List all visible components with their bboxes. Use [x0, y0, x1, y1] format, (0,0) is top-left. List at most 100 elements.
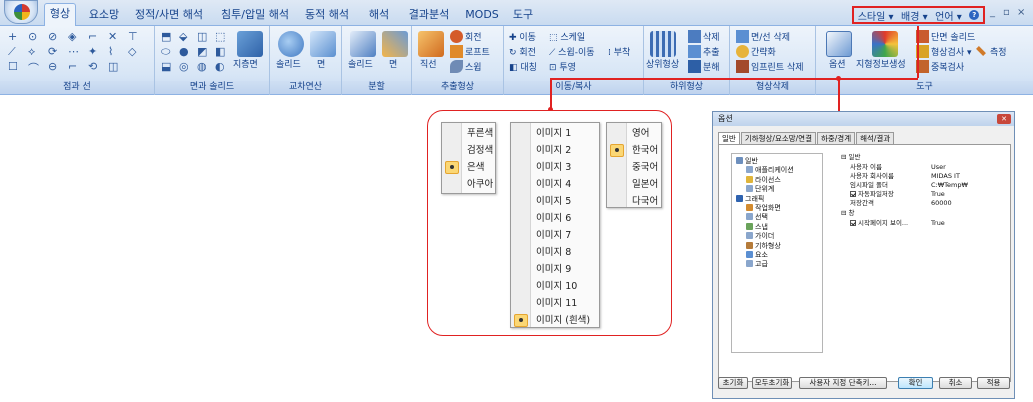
point-line-tool-icon[interactable]: ✕: [108, 30, 117, 43]
tab-seepage[interactable]: 침투/압밀 해석: [216, 6, 294, 26]
options-label[interactable]: 옵션: [829, 57, 846, 70]
scale-button[interactable]: ⬚ 스케일: [549, 30, 585, 43]
menu-item[interactable]: 이미지 11: [511, 295, 601, 312]
dialog-tab-general[interactable]: 일반: [718, 132, 740, 144]
surface-solid-tool-icon[interactable]: ⬓: [161, 60, 171, 73]
menu-item[interactable]: 이미지 9: [511, 261, 601, 278]
surface-solid-tool-icon[interactable]: ⬚: [215, 30, 225, 43]
startup-checkbox[interactable]: [850, 220, 856, 226]
point-line-tool-icon[interactable]: ⊖: [48, 60, 57, 73]
sweep-icon[interactable]: [450, 60, 463, 73]
surface-solid-tool-icon[interactable]: ◎: [179, 60, 189, 73]
tree-item[interactable]: 선택: [746, 213, 768, 222]
revolve-icon[interactable]: [450, 30, 463, 43]
autosave-checkbox[interactable]: [850, 191, 856, 197]
menu-item[interactable]: 이미지 2: [511, 142, 601, 159]
menu-item[interactable]: 이미지 3: [511, 159, 601, 176]
menu-item[interactable]: 이미지 1: [511, 125, 601, 142]
point-line-tool-icon[interactable]: ⌇: [108, 45, 113, 58]
tree-item[interactable]: 라이선스: [746, 175, 781, 185]
point-line-tool-icon[interactable]: ⊙: [28, 30, 37, 43]
measure-label[interactable]: 측정: [990, 45, 1007, 58]
project-button[interactable]: ⊡ 투영: [549, 60, 576, 73]
dialog-close-icon[interactable]: ✕: [997, 114, 1011, 124]
help-icon[interactable]: ?: [969, 10, 980, 20]
attach-button[interactable]: ⁞ 부착: [608, 45, 630, 58]
tab-results[interactable]: 결과분석: [402, 6, 456, 26]
face-boolean-icon[interactable]: [310, 31, 336, 57]
close-button[interactable]: ×: [1017, 7, 1025, 18]
menu-item[interactable]: 이미지 7: [511, 227, 601, 244]
point-line-tool-icon[interactable]: ⌐: [88, 30, 97, 43]
surface-solid-tool-icon[interactable]: ◩: [197, 45, 207, 58]
surface-solid-tool-icon[interactable]: ⬭: [161, 45, 170, 59]
divide-face-icon[interactable]: [382, 31, 408, 57]
style-menu-button[interactable]: 스타일 ▾: [858, 8, 894, 23]
point-line-tool-icon[interactable]: ⊘: [48, 30, 57, 43]
overlap-check-label[interactable]: 중복검사: [931, 60, 964, 73]
mirror-button[interactable]: ◧ 대칭: [509, 60, 537, 73]
tab-analysis[interactable]: 해석: [362, 6, 396, 26]
point-line-tool-icon[interactable]: ⟲: [88, 60, 97, 73]
dialog-tab-load[interactable]: 하중/경계: [816, 132, 856, 144]
menu-item[interactable]: 이미지 10: [511, 278, 601, 295]
point-line-tool-icon[interactable]: ⟡: [28, 45, 35, 59]
rotate-button[interactable]: ↻ 회전: [509, 45, 536, 58]
section-solid-label[interactable]: 단면 솔리드: [931, 30, 975, 43]
shape-check-label[interactable]: 형상검사 ▾: [931, 45, 972, 58]
move-button[interactable]: ✚ 이동: [509, 30, 536, 43]
imprint-delete-icon[interactable]: [736, 60, 749, 73]
loft-label[interactable]: 로프트: [465, 45, 490, 58]
terrain-icon[interactable]: [872, 31, 898, 57]
tree-item[interactable]: 고급: [746, 260, 768, 269]
surface-solid-tool-icon[interactable]: ◍: [197, 60, 207, 73]
tree-item[interactable]: 애플리케이션: [746, 166, 794, 175]
tab-mods[interactable]: MODS: [462, 6, 502, 26]
sub-extract-label[interactable]: 추출: [703, 45, 720, 58]
menu-item[interactable]: 이미지 4: [511, 176, 601, 193]
prop-section-window[interactable]: ⊟ 창: [841, 209, 855, 217]
cancel-button[interactable]: 취소: [939, 377, 972, 389]
tab-dynamic[interactable]: 동적 해석: [300, 6, 354, 26]
decompose-icon[interactable]: [688, 60, 701, 73]
point-line-tool-icon[interactable]: ☐: [8, 60, 18, 73]
line-extrude-icon[interactable]: [418, 31, 444, 57]
menu-item[interactable]: 한국어: [607, 142, 663, 159]
parent-shape-icon[interactable]: [650, 31, 676, 57]
menu-item[interactable]: 중국어: [607, 159, 663, 176]
dialog-tab-geometry[interactable]: 기하형상/요소망/연결: [740, 132, 816, 144]
point-line-tool-icon[interactable]: ◫: [108, 60, 118, 73]
menu-item[interactable]: 이미지 6: [511, 210, 601, 227]
tree-item[interactable]: 단위계: [746, 185, 774, 194]
point-line-tool-icon[interactable]: ⟳: [48, 45, 57, 58]
point-line-tool-icon[interactable]: ⊤: [128, 30, 138, 43]
apply-button[interactable]: 적용: [977, 377, 1010, 389]
tab-tools[interactable]: 도구: [508, 6, 538, 26]
tree-item[interactable]: 스냅: [746, 222, 768, 232]
simplify-icon[interactable]: [736, 45, 749, 58]
language-menu-button[interactable]: 언어 ▾: [935, 8, 962, 23]
reset-button[interactable]: 초기화: [718, 377, 748, 389]
point-line-tool-icon[interactable]: ⌐: [68, 60, 77, 73]
tree-item[interactable]: 일반: [736, 157, 758, 166]
menu-item[interactable]: 이미지 5: [511, 193, 601, 210]
surface-solid-tool-icon[interactable]: ◐: [215, 60, 225, 73]
terrain-label[interactable]: 지형정보생성: [856, 57, 906, 70]
background-menu-button[interactable]: 배경 ▾: [901, 8, 928, 23]
point-line-tool-icon[interactable]: ◈: [68, 30, 76, 43]
sub-extract-icon[interactable]: [688, 45, 701, 58]
menu-item[interactable]: 다국어: [607, 193, 663, 210]
prop-section-general[interactable]: ⊟ 일반: [841, 153, 860, 161]
extrude-surface-icon[interactable]: [237, 31, 263, 57]
tree-item[interactable]: 그래픽: [736, 194, 764, 204]
menu-item[interactable]: 일본어: [607, 176, 663, 193]
point-line-tool-icon[interactable]: ◇: [128, 45, 136, 58]
restore-button[interactable]: ▫: [1003, 7, 1010, 18]
point-line-tool-icon[interactable]: ✦: [88, 45, 97, 58]
reset-all-button[interactable]: 모두초기화: [752, 377, 792, 389]
sweep-label[interactable]: 스윕: [465, 60, 482, 73]
menu-item[interactable]: 영어: [607, 125, 663, 142]
minimize-button[interactable]: _: [990, 7, 995, 18]
loft-icon[interactable]: [450, 45, 463, 58]
revolve-label[interactable]: 회전: [465, 30, 482, 43]
